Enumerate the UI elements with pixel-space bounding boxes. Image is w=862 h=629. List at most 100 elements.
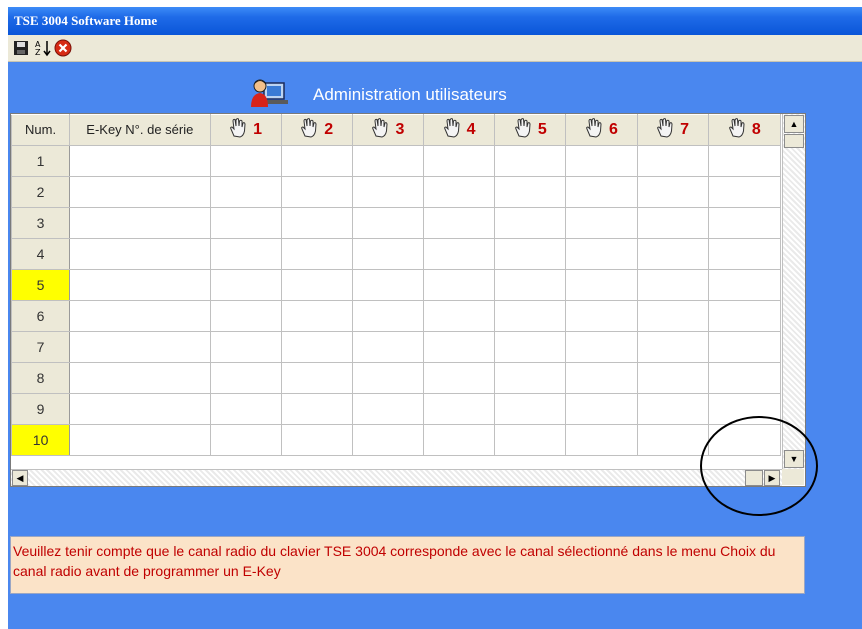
column-header-channel[interactable]: 4: [423, 114, 496, 146]
ekey-serial-cell[interactable]: [69, 207, 211, 239]
column-header-channel[interactable]: 3: [351, 114, 425, 146]
channel-cell[interactable]: [636, 176, 709, 208]
channel-cell[interactable]: [707, 207, 782, 239]
channel-cell[interactable]: [565, 269, 638, 301]
sort-az-icon[interactable]: A Z: [34, 39, 52, 57]
channel-cell[interactable]: [707, 145, 782, 177]
channel-cell[interactable]: [565, 331, 638, 363]
channel-cell[interactable]: [565, 393, 638, 425]
channel-cell[interactable]: [351, 238, 425, 270]
channel-cell[interactable]: [494, 362, 567, 394]
channel-cell[interactable]: [280, 176, 353, 208]
ekey-serial-cell[interactable]: [69, 424, 211, 456]
channel-cell[interactable]: [636, 300, 709, 332]
ekey-serial-cell[interactable]: [69, 300, 211, 332]
channel-cell[interactable]: [423, 393, 496, 425]
channel-cell[interactable]: [707, 238, 782, 270]
column-header-channel[interactable]: 6: [565, 114, 638, 146]
column-header-num[interactable]: Num.: [10, 114, 71, 146]
channel-cell[interactable]: [707, 331, 782, 363]
channel-cell[interactable]: [636, 269, 709, 301]
channel-cell[interactable]: [280, 145, 353, 177]
channel-cell[interactable]: [423, 176, 496, 208]
channel-cell[interactable]: [707, 300, 782, 332]
channel-cell[interactable]: [280, 207, 353, 239]
channel-cell[interactable]: [636, 362, 709, 394]
channel-cell[interactable]: [565, 424, 638, 456]
title-bar[interactable]: TSE 3004 Software Home: [8, 7, 862, 35]
channel-cell[interactable]: [636, 145, 709, 177]
channel-cell[interactable]: [209, 145, 282, 177]
channel-cell[interactable]: [209, 207, 282, 239]
channel-cell[interactable]: [280, 424, 353, 456]
ekey-serial-cell[interactable]: [69, 269, 211, 301]
channel-cell[interactable]: [494, 393, 567, 425]
channel-cell[interactable]: [280, 393, 353, 425]
close-red-icon[interactable]: [54, 39, 72, 57]
column-header-channel[interactable]: 7: [636, 114, 709, 146]
channel-cell[interactable]: [565, 300, 638, 332]
channel-cell[interactable]: [423, 331, 496, 363]
channel-cell[interactable]: [494, 145, 567, 177]
channel-cell[interactable]: [636, 424, 709, 456]
channel-cell[interactable]: [707, 362, 782, 394]
scroll-left-icon[interactable]: ◀: [12, 470, 28, 486]
row-number[interactable]: 9: [10, 393, 71, 425]
vertical-scrollbar[interactable]: ▲ ▼: [782, 114, 805, 469]
channel-cell[interactable]: [280, 362, 353, 394]
horizontal-scrollbar[interactable]: ◀ ▶: [11, 469, 782, 486]
channel-cell[interactable]: [209, 300, 282, 332]
channel-cell[interactable]: [209, 424, 282, 456]
channel-cell[interactable]: [494, 176, 567, 208]
channel-cell[interactable]: [351, 362, 425, 394]
channel-cell[interactable]: [209, 238, 282, 270]
column-header-ekey[interactable]: E-Key N°. de série: [69, 114, 211, 146]
channel-cell[interactable]: [209, 269, 282, 301]
channel-cell[interactable]: [351, 269, 425, 301]
channel-cell[interactable]: [351, 176, 425, 208]
row-number[interactable]: 7: [10, 331, 71, 363]
channel-cell[interactable]: [423, 362, 496, 394]
channel-cell[interactable]: [636, 393, 709, 425]
channel-cell[interactable]: [494, 424, 567, 456]
channel-cell[interactable]: [209, 393, 282, 425]
ekey-serial-cell[interactable]: [69, 331, 211, 363]
row-number[interactable]: 4: [10, 238, 71, 270]
channel-cell[interactable]: [209, 176, 282, 208]
row-number[interactable]: 3: [10, 207, 71, 239]
channel-cell[interactable]: [565, 362, 638, 394]
channel-cell[interactable]: [636, 238, 709, 270]
channel-cell[interactable]: [423, 238, 496, 270]
channel-cell[interactable]: [209, 331, 282, 363]
row-number[interactable]: 6: [10, 300, 71, 332]
channel-cell[interactable]: [209, 362, 282, 394]
save-icon[interactable]: [12, 39, 30, 57]
channel-cell[interactable]: [280, 300, 353, 332]
channel-cell[interactable]: [351, 300, 425, 332]
channel-cell[interactable]: [280, 331, 353, 363]
channel-cell[interactable]: [280, 238, 353, 270]
scroll-up-icon[interactable]: ▲: [784, 115, 804, 133]
ekey-serial-cell[interactable]: [69, 238, 211, 270]
channel-cell[interactable]: [423, 300, 496, 332]
channel-cell[interactable]: [423, 207, 496, 239]
channel-cell[interactable]: [494, 238, 567, 270]
channel-cell[interactable]: [494, 300, 567, 332]
column-header-channel[interactable]: 8: [707, 114, 782, 146]
channel-cell[interactable]: [636, 331, 709, 363]
row-number[interactable]: 10: [10, 424, 71, 456]
channel-cell[interactable]: [351, 207, 425, 239]
channel-cell[interactable]: [494, 207, 567, 239]
channel-cell[interactable]: [423, 269, 496, 301]
column-header-channel[interactable]: 5: [494, 114, 567, 146]
channel-cell[interactable]: [351, 393, 425, 425]
channel-cell[interactable]: [494, 269, 567, 301]
ekey-serial-cell[interactable]: [69, 393, 211, 425]
scroll-thumb[interactable]: [784, 134, 804, 148]
channel-cell[interactable]: [423, 145, 496, 177]
ekey-serial-cell[interactable]: [69, 362, 211, 394]
channel-cell[interactable]: [565, 145, 638, 177]
channel-cell[interactable]: [494, 331, 567, 363]
channel-cell[interactable]: [565, 176, 638, 208]
row-number[interactable]: 2: [10, 176, 71, 208]
